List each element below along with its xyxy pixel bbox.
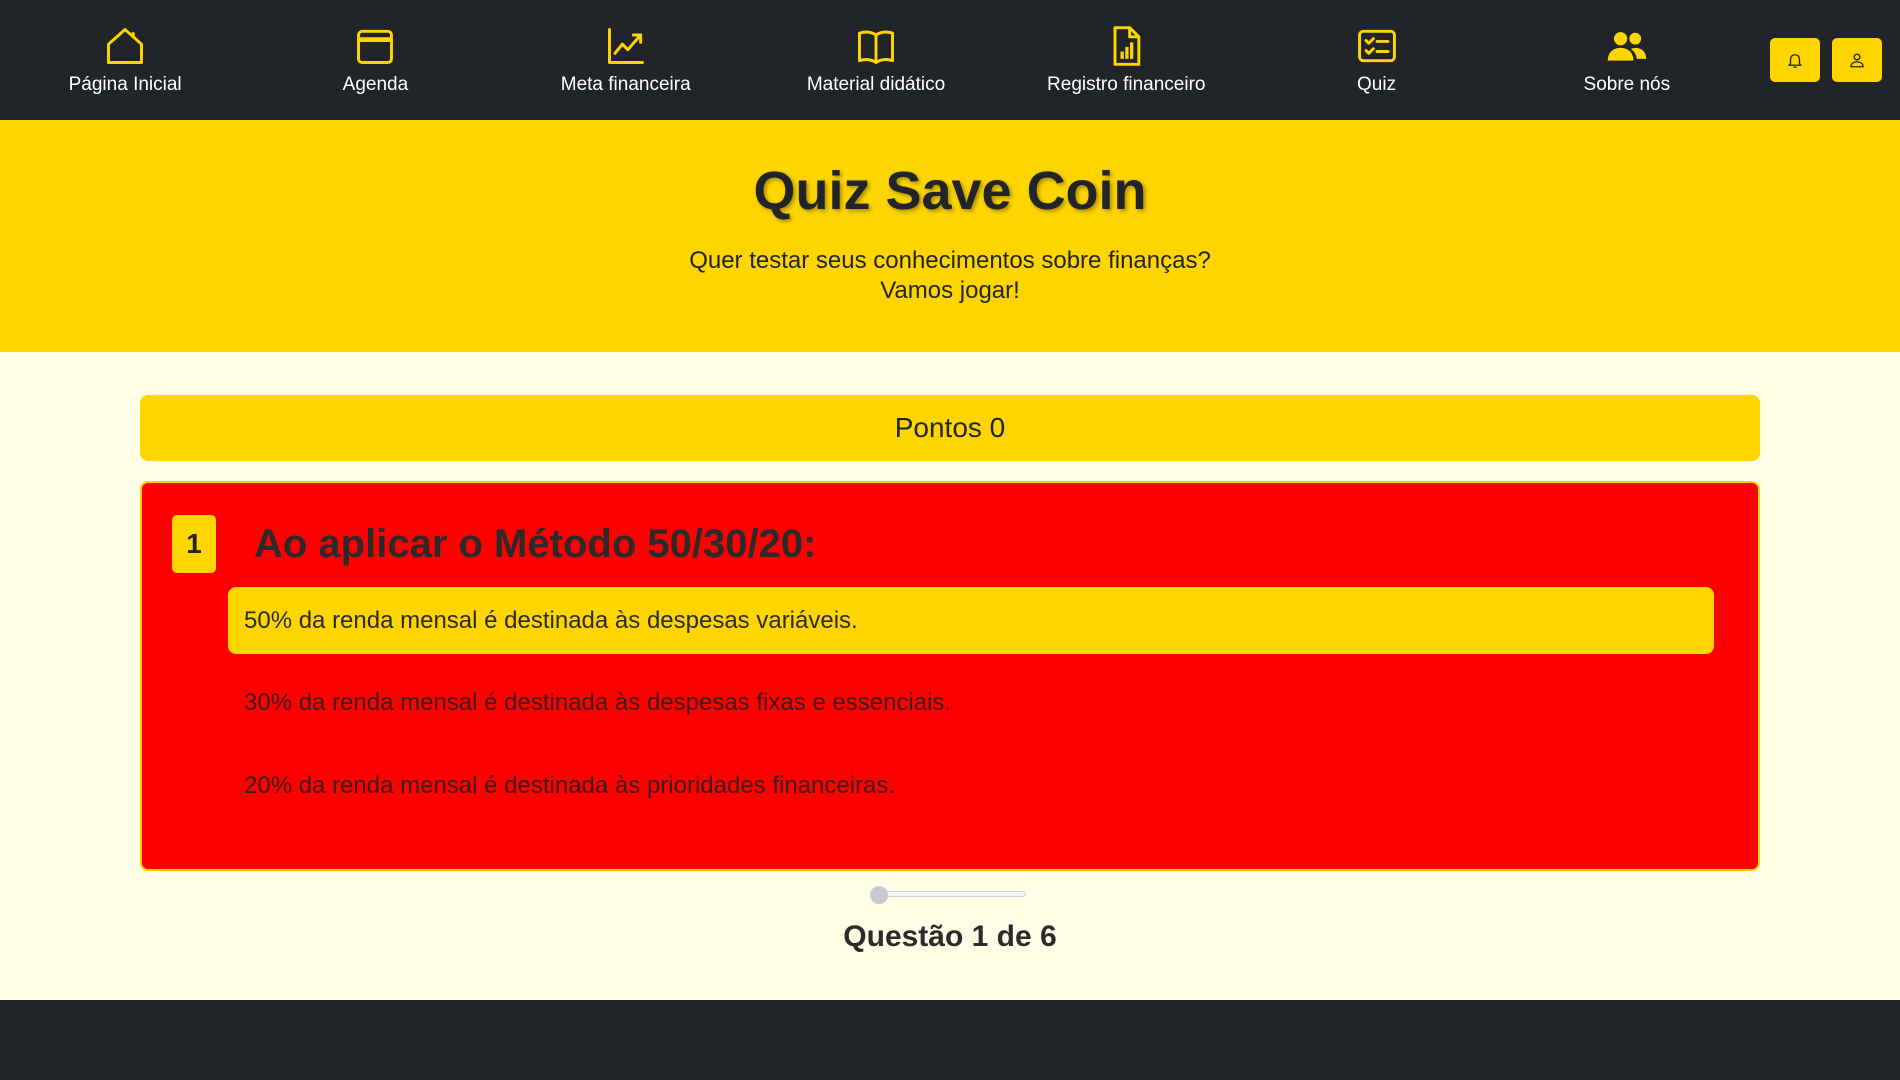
chart-line-icon (607, 28, 644, 64)
nav-item-sobre-nos[interactable]: Sobre nós (1502, 0, 1752, 120)
page-footer (0, 1000, 1900, 1080)
nav-item-registro-financeiro[interactable]: Registro financeiro (1001, 0, 1251, 120)
nav-item-meta-financeira[interactable]: Meta financeira (501, 0, 751, 120)
quiz-progress-slider[interactable] (866, 886, 1030, 904)
question-number-badge: 1 (172, 515, 216, 573)
nav-item-material-didatico[interactable]: Material didático (751, 0, 1001, 120)
score-bar: Pontos 0 (140, 395, 1760, 461)
nav-item-label: Registro financeiro (1047, 74, 1206, 95)
nav-item-label: Material didático (806, 74, 946, 95)
answer-option-1[interactable]: 50% da renda mensal é destinada às despe… (228, 587, 1714, 654)
nav-item-quiz[interactable]: Quiz (1251, 0, 1501, 120)
nav-item-agenda[interactable]: Agenda (250, 0, 500, 120)
hero-subtitle: Quer testar seus conhecimentos sobre fin… (0, 246, 1900, 306)
user-profile-button[interactable] (1832, 38, 1882, 82)
progress-track (870, 891, 1026, 897)
answer-option-label: 20% da renda mensal é destinada às prior… (244, 771, 896, 799)
hero-subtitle-line1: Quer testar seus conhecimentos sobre fin… (689, 247, 1211, 274)
nav-item-label: Página Inicial (68, 74, 182, 95)
people-icon (1607, 32, 1647, 61)
hero-subtitle-line2: Vamos jogar! (880, 277, 1020, 304)
calendar-icon (357, 29, 394, 64)
page-title: Quiz Save Coin (753, 161, 1147, 221)
question-counter: Questão 1 de 6 (843, 920, 1057, 953)
answer-option-3[interactable]: 20% da renda mensal é destinada às prior… (228, 752, 1714, 819)
home-icon (107, 28, 144, 64)
nav-actions (1770, 38, 1882, 82)
file-chart-icon (1113, 26, 1141, 66)
bell-icon (1788, 54, 1802, 68)
nav-menu: Página Inicial Agenda Meta financeira Ma… (0, 0, 1752, 120)
checklist-icon (1357, 29, 1396, 63)
top-navbar: Página Inicial Agenda Meta financeira Ma… (0, 0, 1900, 120)
notifications-button[interactable] (1770, 38, 1820, 82)
answer-option-label: 30% da renda mensal é destinada às despe… (244, 688, 952, 716)
user-icon (1850, 53, 1864, 68)
question-card: 1 Ao aplicar o Método 50/30/20: 50% da r… (140, 481, 1760, 871)
nav-item-label: Sobre nós (1583, 74, 1671, 95)
nav-item-label: Meta financeira (560, 74, 691, 95)
answer-option-2[interactable]: 30% da renda mensal é destinada às despe… (228, 669, 1714, 736)
answer-option-label: 50% da renda mensal é destinada às despe… (244, 606, 858, 634)
question-title: Ao aplicar o Método 50/30/20: (254, 522, 817, 566)
nav-item-label: Quiz (1357, 74, 1397, 95)
nav-item-pagina-inicial[interactable]: Página Inicial (0, 0, 250, 120)
nav-item-label: Agenda (342, 74, 409, 95)
score-text: Pontos 0 (894, 412, 1006, 443)
progress-thumb[interactable] (870, 886, 888, 904)
hero-banner: Quiz Save Coin Quer testar seus conhecim… (0, 120, 1900, 352)
book-icon (858, 30, 894, 64)
